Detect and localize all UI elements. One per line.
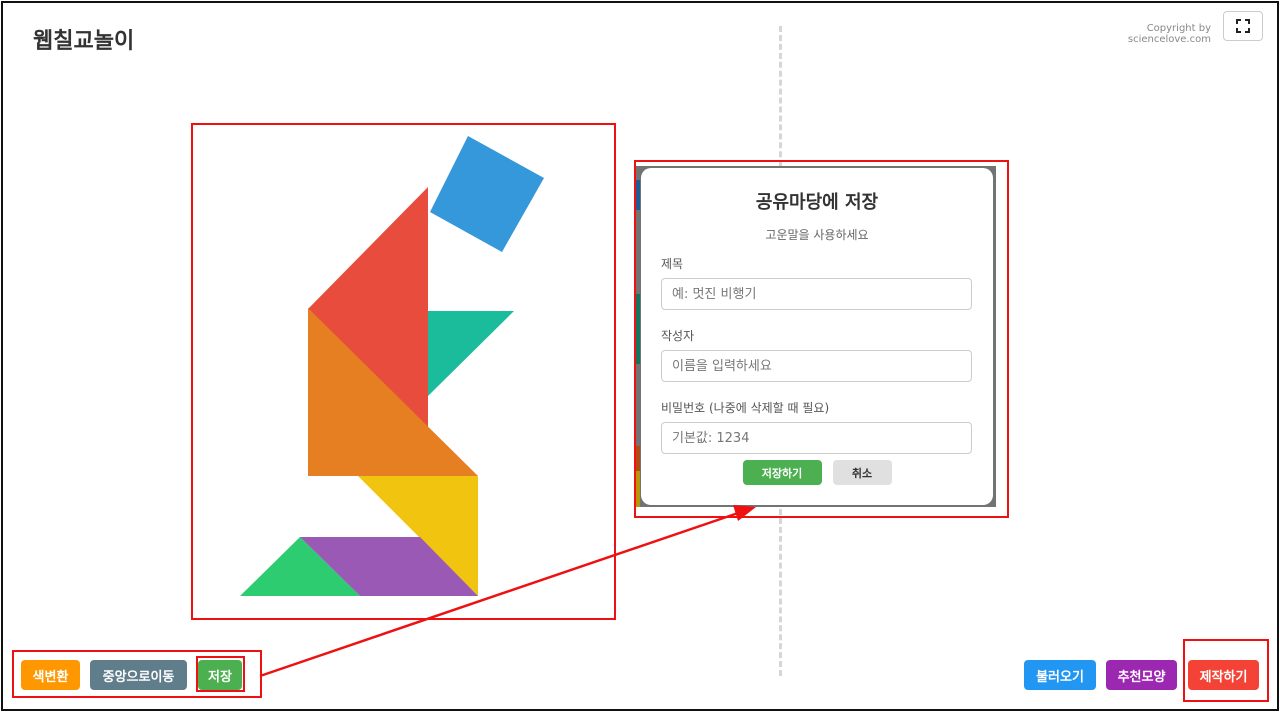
password-label: 비밀번호 (나중에 삭제할 때 필요) [661, 401, 830, 415]
author-label: 작성자 [661, 329, 695, 343]
backdrop-yellow-strip [634, 471, 640, 507]
center-move-button[interactable]: 중앙으로이동 [90, 660, 187, 690]
fullscreen-icon [1236, 19, 1250, 33]
backdrop-orange-strip [634, 446, 640, 471]
cancel-button[interactable]: 취소 [832, 460, 892, 485]
title-label: 제목 [661, 257, 684, 271]
save-button[interactable]: 저장 [198, 660, 242, 690]
tangram-piece-teal-small-triangle[interactable] [428, 311, 514, 396]
color-change-button[interactable]: 색변환 [21, 660, 80, 690]
backdrop-blue-strip [634, 180, 640, 210]
dialog-title: 공유마당에 저장 [755, 192, 879, 213]
tangram-canvas[interactable] [188, 121, 614, 618]
save-dialog: 공유마당에 저장 고운말을 사용하세요 제목 작성자 비밀번호 (나중에 삭제할… [641, 168, 993, 505]
load-button[interactable]: 불러오기 [1024, 660, 1096, 690]
recommend-shape-button[interactable]: 추천모양 [1106, 660, 1177, 690]
backdrop-teal-strip [634, 294, 640, 364]
make-button[interactable]: 제작하기 [1188, 660, 1259, 690]
dialog-actions: 저장하기 취소 [641, 460, 993, 485]
confirm-save-button[interactable]: 저장하기 [742, 460, 822, 485]
fullscreen-button[interactable] [1223, 11, 1263, 41]
author-input[interactable] [661, 350, 972, 382]
password-input[interactable] [661, 422, 972, 454]
dialog-subtitle: 고운말을 사용하세요 [765, 228, 869, 242]
tangram-piece-blue-square[interactable] [430, 136, 544, 252]
copyright-text: Copyright by sciencelove.com [1127, 23, 1211, 45]
title-input[interactable] [661, 278, 972, 310]
app-title: 웹칠교놀이 [33, 29, 135, 54]
